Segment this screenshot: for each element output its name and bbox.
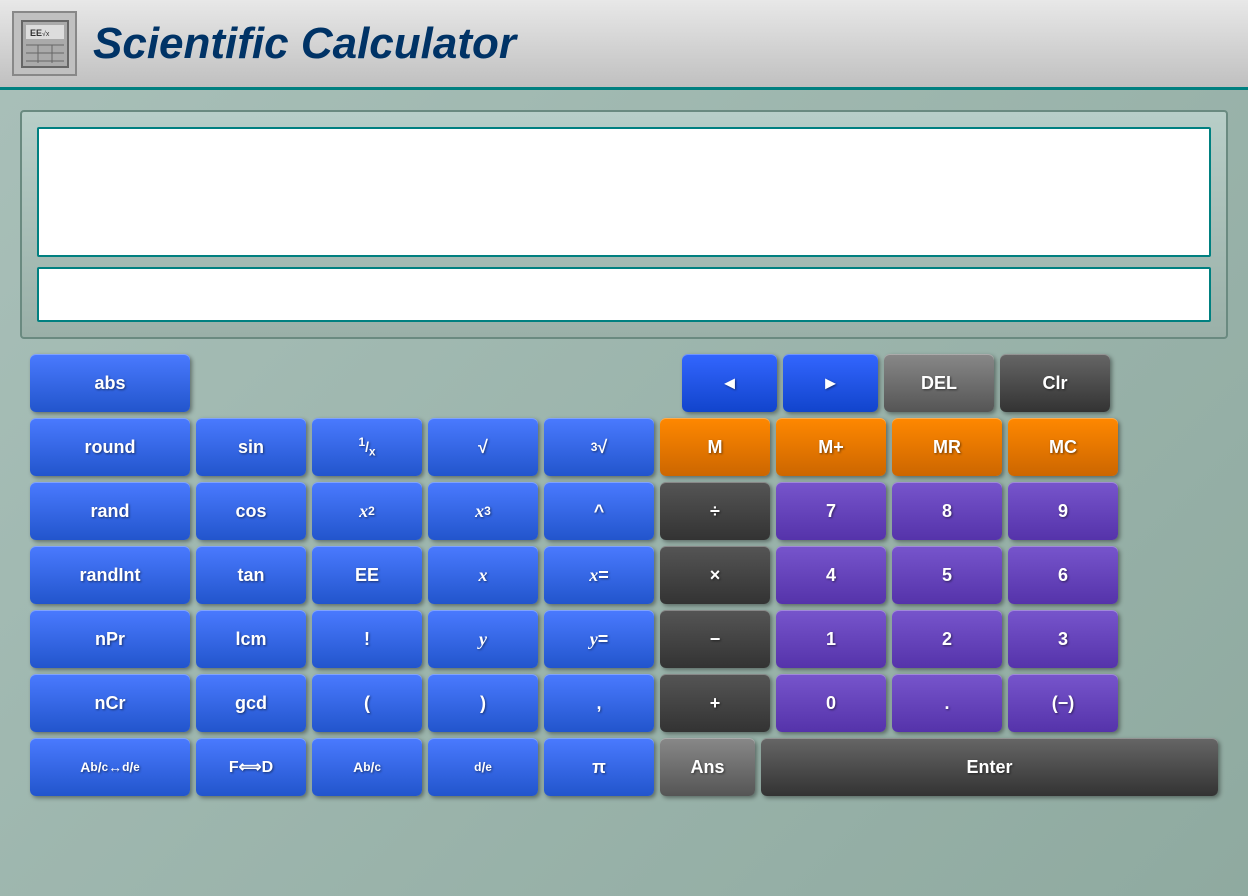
svg-text:EE: EE bbox=[30, 28, 42, 38]
title-icon: EE √x bbox=[12, 11, 77, 76]
4-button[interactable]: 4 bbox=[776, 546, 886, 604]
randInt-button[interactable]: randInt bbox=[30, 546, 190, 604]
abs-button[interactable]: abs bbox=[30, 354, 190, 412]
caret-button[interactable]: ^ bbox=[544, 482, 654, 540]
cbrt-button[interactable]: 3√ bbox=[544, 418, 654, 476]
sqrt-button[interactable]: √ bbox=[428, 418, 538, 476]
9-button[interactable]: 9 bbox=[1008, 482, 1118, 540]
multiply-button[interactable]: × bbox=[660, 546, 770, 604]
enter-button[interactable]: Enter bbox=[761, 738, 1218, 796]
y-eq-button[interactable]: y= bbox=[544, 610, 654, 668]
gcd-button[interactable]: gcd bbox=[196, 674, 306, 732]
5-button[interactable]: 5 bbox=[892, 546, 1002, 604]
8-button[interactable]: 8 bbox=[892, 482, 1002, 540]
lcm-button[interactable]: lcm bbox=[196, 610, 306, 668]
y-var-button[interactable]: y bbox=[428, 610, 538, 668]
divide-button[interactable]: ÷ bbox=[660, 482, 770, 540]
del-button[interactable]: DEL bbox=[884, 354, 994, 412]
Mplus-button[interactable]: M+ bbox=[776, 418, 886, 476]
app-title: Scientific Calculator bbox=[93, 19, 516, 69]
MR-button[interactable]: MR bbox=[892, 418, 1002, 476]
subtract-button[interactable]: − bbox=[660, 610, 770, 668]
x3-button[interactable]: x3 bbox=[428, 482, 538, 540]
x-eq-button[interactable]: x= bbox=[544, 546, 654, 604]
nCr-button[interactable]: nCr bbox=[30, 674, 190, 732]
6-button[interactable]: 6 bbox=[1008, 546, 1118, 604]
f-to-d-button[interactable]: F⟺D bbox=[196, 738, 306, 796]
title-bar: EE √x Scientific Calculator bbox=[0, 0, 1248, 90]
tan-button[interactable]: tan bbox=[196, 546, 306, 604]
1-button[interactable]: 1 bbox=[776, 610, 886, 668]
2-button[interactable]: 2 bbox=[892, 610, 1002, 668]
svg-text:√x: √x bbox=[42, 30, 50, 38]
EE-button[interactable]: EE bbox=[312, 546, 422, 604]
nPr-button[interactable]: nPr bbox=[30, 610, 190, 668]
right-arrow-button[interactable]: ► bbox=[783, 354, 878, 412]
calculator-body: abs ◄ ► DEL Clr round sin 1/x √ 3√ M M+ … bbox=[0, 90, 1248, 896]
open-paren-button[interactable]: ( bbox=[312, 674, 422, 732]
pi-button[interactable]: π bbox=[544, 738, 654, 796]
negate-button[interactable]: (−) bbox=[1008, 674, 1118, 732]
3-button[interactable]: 3 bbox=[1008, 610, 1118, 668]
inv-x-button[interactable]: 1/x bbox=[312, 418, 422, 476]
0-button[interactable]: 0 bbox=[776, 674, 886, 732]
x-var-button[interactable]: x bbox=[428, 546, 538, 604]
frac-button[interactable]: Ab/c bbox=[312, 738, 422, 796]
add-button[interactable]: + bbox=[660, 674, 770, 732]
M-button[interactable]: M bbox=[660, 418, 770, 476]
display-main[interactable] bbox=[37, 127, 1211, 257]
comma-button[interactable]: , bbox=[544, 674, 654, 732]
frac-conv-button[interactable]: Ab/c ↔ d/e bbox=[30, 738, 190, 796]
rand-button[interactable]: rand bbox=[30, 482, 190, 540]
x2-button[interactable]: x2 bbox=[312, 482, 422, 540]
cos-button[interactable]: cos bbox=[196, 482, 306, 540]
close-paren-button[interactable]: ) bbox=[428, 674, 538, 732]
sin-button[interactable]: sin bbox=[196, 418, 306, 476]
buttons-area: abs ◄ ► DEL Clr round sin 1/x √ 3√ M M+ … bbox=[20, 349, 1228, 807]
ans-button[interactable]: Ans bbox=[660, 738, 755, 796]
7-button[interactable]: 7 bbox=[776, 482, 886, 540]
clr-button[interactable]: Clr bbox=[1000, 354, 1110, 412]
decimal-button[interactable]: . bbox=[892, 674, 1002, 732]
display-area bbox=[20, 110, 1228, 339]
d-e-button[interactable]: d/e bbox=[428, 738, 538, 796]
round-button[interactable]: round bbox=[30, 418, 190, 476]
display-secondary[interactable] bbox=[37, 267, 1211, 322]
left-arrow-button[interactable]: ◄ bbox=[682, 354, 777, 412]
factorial-button[interactable]: ! bbox=[312, 610, 422, 668]
MC-button[interactable]: MC bbox=[1008, 418, 1118, 476]
